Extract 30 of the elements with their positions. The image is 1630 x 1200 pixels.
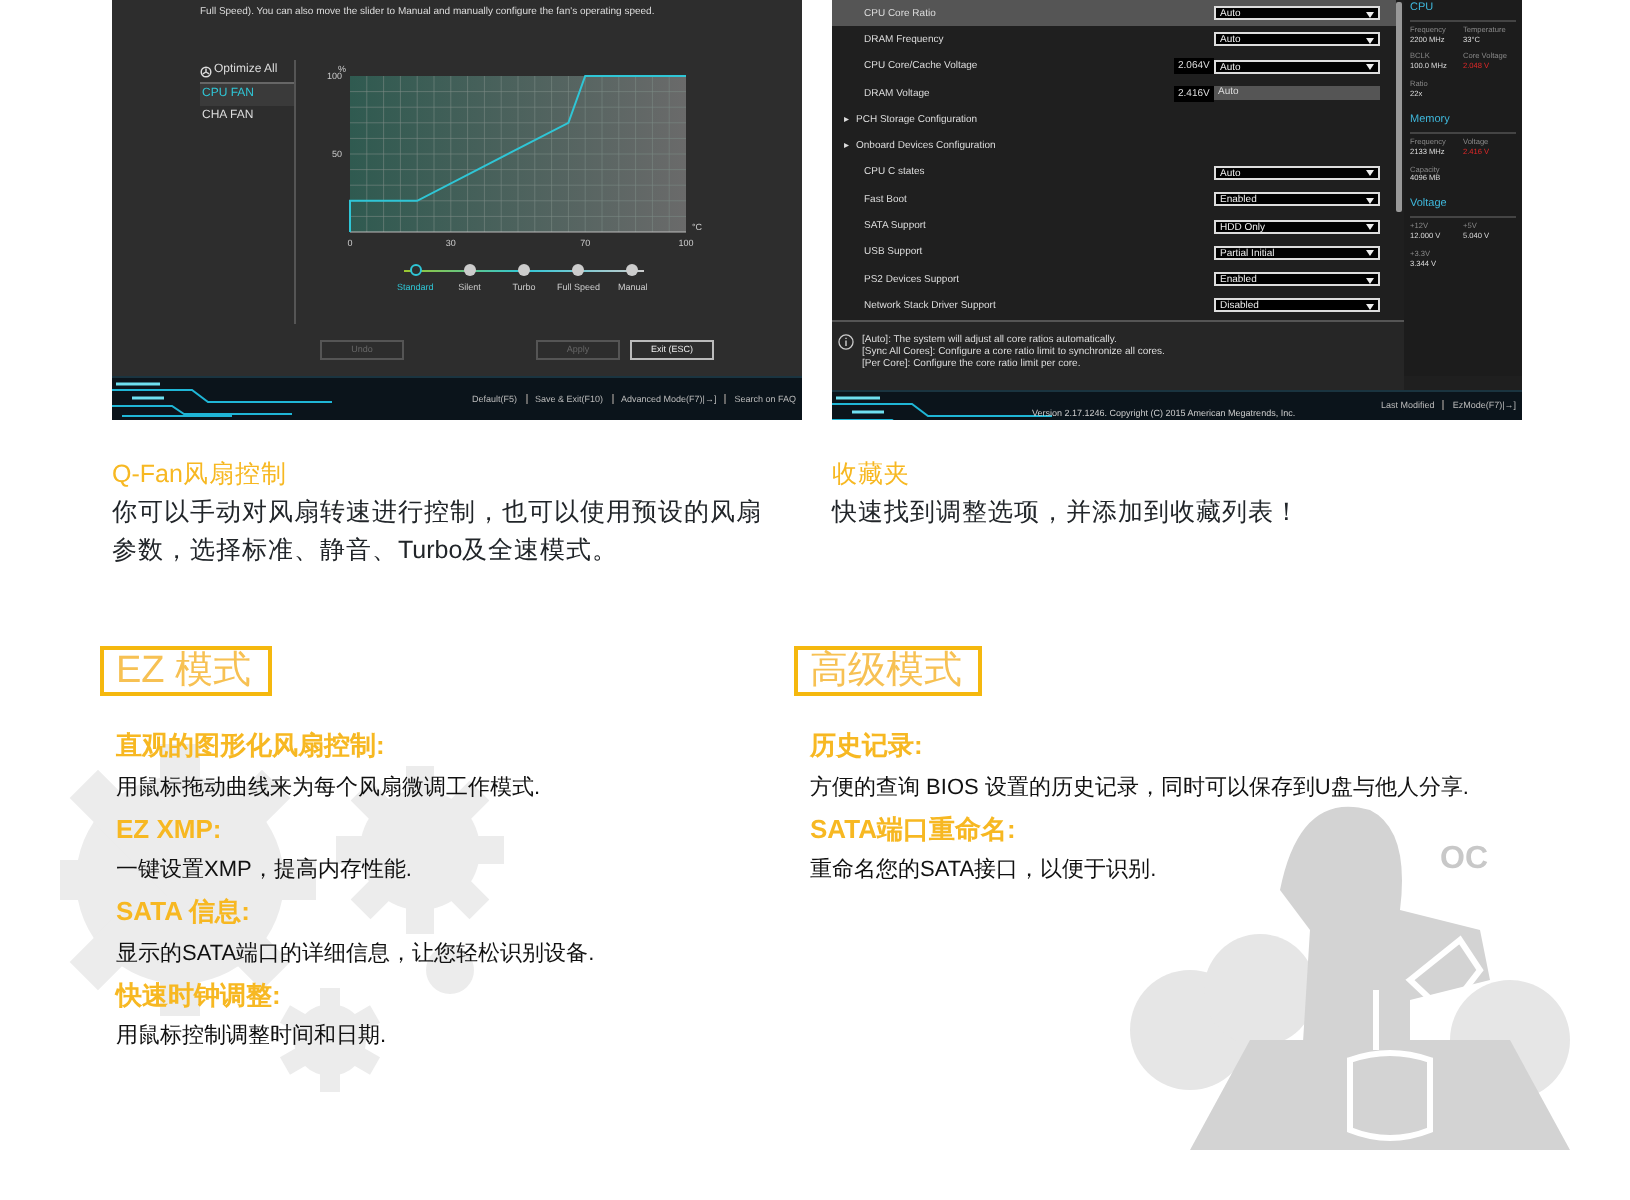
section-title: EZ 模式 — [100, 646, 272, 696]
feature-heading: SATA 信息: — [116, 894, 252, 930]
feature-title: Q-Fan风扇控制 — [112, 458, 289, 492]
scroll-bar[interactable] — [1396, 2, 1402, 212]
caret-icon — [1366, 224, 1374, 231]
caret-icon — [1366, 250, 1374, 257]
caret-icon — [1366, 303, 1374, 310]
feature-heading: 直观的图形化风扇控制: — [116, 728, 387, 764]
caret-icon — [1366, 170, 1374, 177]
feature-text: 用鼠标控制调整时间和日期. — [116, 1022, 389, 1050]
feature-title: 收藏夹 — [832, 458, 912, 492]
feature-heading: SATA端口重命名: — [810, 811, 1018, 847]
feature-text: 一键设置XMP，提高内存性能. — [116, 856, 414, 884]
fan-icon — [200, 65, 212, 78]
feature-description: 快速找到调整选项，并添加到收藏列表！ — [832, 496, 1302, 530]
feature-text: 用鼠标拖动曲线来为每个风扇微调工作模式. — [116, 773, 543, 801]
feature-description: 你可以手动对风扇转速进行控制，也可以使用预设的风扇参数，选择标准、静音、Turbo及全速模式。 — [112, 496, 764, 568]
feature-heading: 快速时钟调整: — [116, 977, 283, 1013]
caret-icon — [1366, 277, 1374, 284]
feature-heading: EZ XMP: — [116, 811, 224, 847]
section-title: 高级模式 — [794, 646, 982, 696]
fan-curve-line[interactable] — [349, 75, 687, 233]
feature-heading: 历史记录: — [810, 728, 925, 764]
caret-icon — [1366, 37, 1374, 44]
info-icon — [838, 333, 854, 350]
caret-icon — [1366, 197, 1374, 204]
feature-text: 显示的SATA端口的详细信息，让您轻松识别设备. — [116, 939, 597, 967]
caret-icon — [1366, 64, 1374, 71]
caret-icon — [1366, 11, 1374, 18]
feature-text: 方便的查询 BIOS 设置的历史记录，同时可以保存到U盘与他人分享. — [810, 773, 1470, 801]
